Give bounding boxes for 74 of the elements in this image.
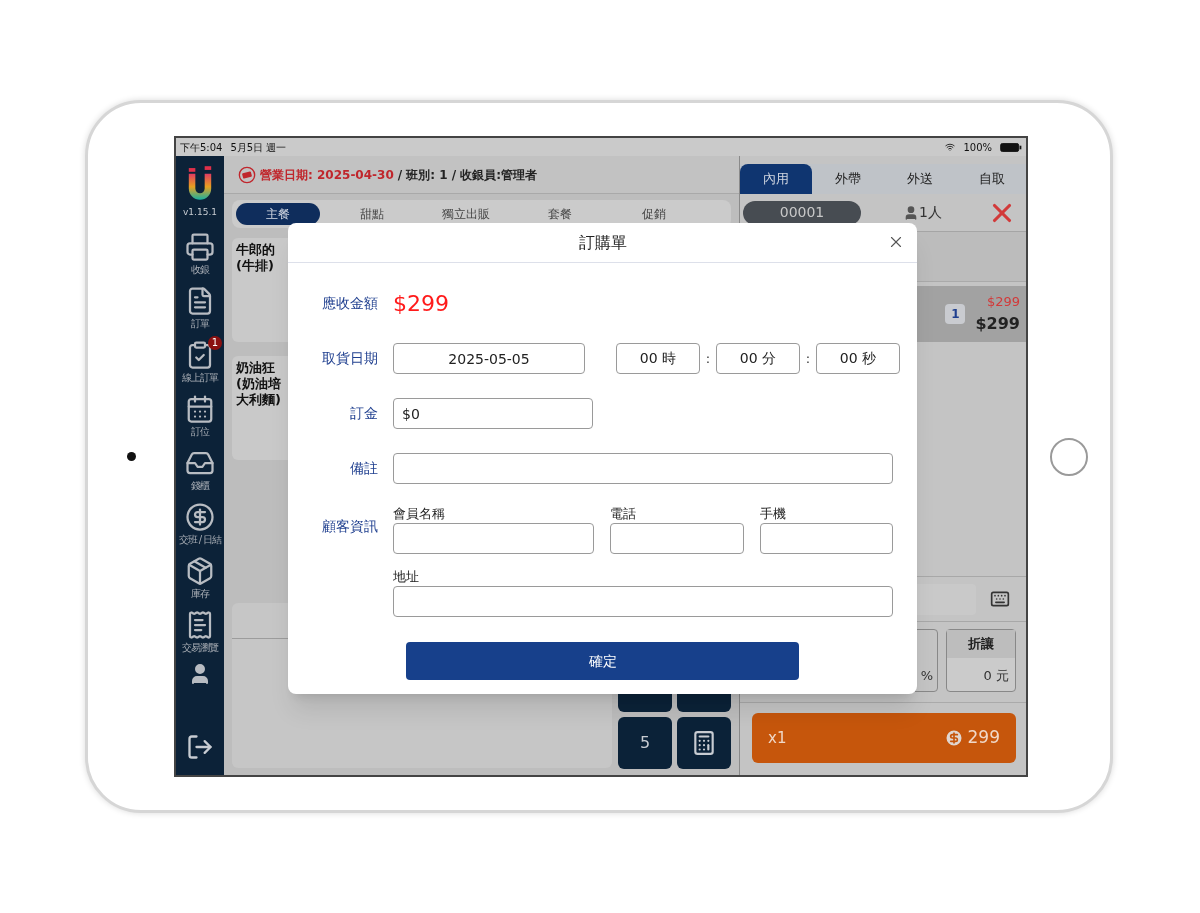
calculator-icon xyxy=(691,730,717,756)
item-count: x1 xyxy=(768,727,787,749)
category-tab[interactable]: 主餐 xyxy=(236,203,320,225)
guest-count: 1人 xyxy=(919,203,942,222)
home-button[interactable] xyxy=(1050,437,1088,476)
category-tab[interactable]: 甜點 xyxy=(330,203,414,225)
calculator-button[interactable] xyxy=(677,717,731,769)
sidebar-label[interactable]: 收銀 xyxy=(191,263,209,276)
sidebar-label[interactable]: 訂位 xyxy=(191,425,209,438)
checkout-total: 299 xyxy=(967,726,1000,750)
calendar-icon[interactable] xyxy=(185,393,215,424)
order-number: 00001 xyxy=(743,200,861,225)
order-type-tab[interactable]: 自取 xyxy=(956,164,1026,194)
person-icon xyxy=(903,204,919,221)
wifi-icon xyxy=(945,142,956,152)
sidebar-label[interactable]: 交班 / 日結 xyxy=(178,533,222,546)
sidebar-label[interactable]: 訂單 xyxy=(191,317,209,330)
sidebar-label[interactable]: 錢櫃 xyxy=(191,479,209,492)
logout-icon[interactable] xyxy=(186,733,214,761)
field-label: 備註 xyxy=(349,459,378,478)
sidebar-label[interactable]: 庫存 xyxy=(191,587,209,600)
time-field[interactable]: 00 秒 xyxy=(816,343,900,374)
dialog-title: 訂購單 xyxy=(578,231,627,254)
field-label: 訂金 xyxy=(349,404,378,423)
field-label: 手機 xyxy=(760,505,787,523)
order-type-tab[interactable]: 內用 xyxy=(740,164,812,194)
category-tab[interactable]: 套餐 xyxy=(518,203,602,225)
original-price: $299 xyxy=(986,293,1020,312)
time-separator: : xyxy=(704,349,712,368)
card-icon xyxy=(238,165,256,184)
item-price: $299 xyxy=(975,312,1020,335)
note-field[interactable] xyxy=(393,453,893,484)
battery-icon xyxy=(1000,142,1022,152)
keyboard-icon[interactable] xyxy=(988,589,1012,609)
discount-value: 0 元 xyxy=(983,667,1010,685)
sidebar-label[interactable]: 線上訂單 xyxy=(182,371,218,384)
text-field[interactable] xyxy=(760,523,893,554)
dollar-coin-icon xyxy=(943,728,964,748)
category-tab[interactable]: 獨立出販 xyxy=(424,203,508,225)
field-label: 顧客資訊 xyxy=(321,517,378,536)
field-label: 取貨日期 xyxy=(321,349,378,368)
text-field[interactable] xyxy=(393,523,594,554)
dollar-coin-icon[interactable] xyxy=(185,501,215,532)
status-date: 5月5日 週一 xyxy=(230,140,287,155)
order-type-tab[interactable]: 外送 xyxy=(884,164,956,194)
date-field[interactable]: 2025-05-05 xyxy=(393,343,585,374)
notification-badge: 1 xyxy=(208,335,222,350)
amount-due: $299 xyxy=(393,290,449,318)
sidebar-label[interactable]: 交易瀏覽 xyxy=(182,641,218,654)
version-text: v1.15.1 xyxy=(183,206,217,219)
business-date: 營業日期: 2025-04-30 xyxy=(260,166,394,184)
battery-percent: 100% xyxy=(963,140,992,155)
time-field[interactable]: 00 分 xyxy=(716,343,800,374)
discount-button[interactable]: 折讓 0 元 xyxy=(946,629,1016,692)
category-tab[interactable]: 促銷 xyxy=(612,203,696,225)
order-type-tab[interactable]: 外帶 xyxy=(812,164,884,194)
box-icon[interactable] xyxy=(185,555,215,586)
field-label: 應收金額 xyxy=(321,294,378,313)
status-time: 下午5:04 xyxy=(180,140,223,155)
numpad-key[interactable]: 5 xyxy=(618,717,672,769)
logo-icon xyxy=(186,166,214,200)
shift-cashier-text: / 班別: 1 / 收銀員:管理者 xyxy=(397,166,538,184)
field-label: 地址 xyxy=(393,568,420,586)
time-separator: : xyxy=(804,349,812,368)
field-label: 電話 xyxy=(610,505,637,523)
discount-label: 折讓 xyxy=(947,630,1015,658)
printer-icon[interactable] xyxy=(185,231,215,262)
text-field[interactable] xyxy=(610,523,744,554)
deposit-field[interactable]: $0 xyxy=(393,398,593,429)
confirm-button[interactable]: 確定 xyxy=(406,642,799,680)
address-field[interactable] xyxy=(393,586,893,617)
field-label: 會員名稱 xyxy=(393,505,446,523)
quantity-badge: 1 xyxy=(945,304,966,324)
time-field[interactable]: 00 時 xyxy=(616,343,700,374)
